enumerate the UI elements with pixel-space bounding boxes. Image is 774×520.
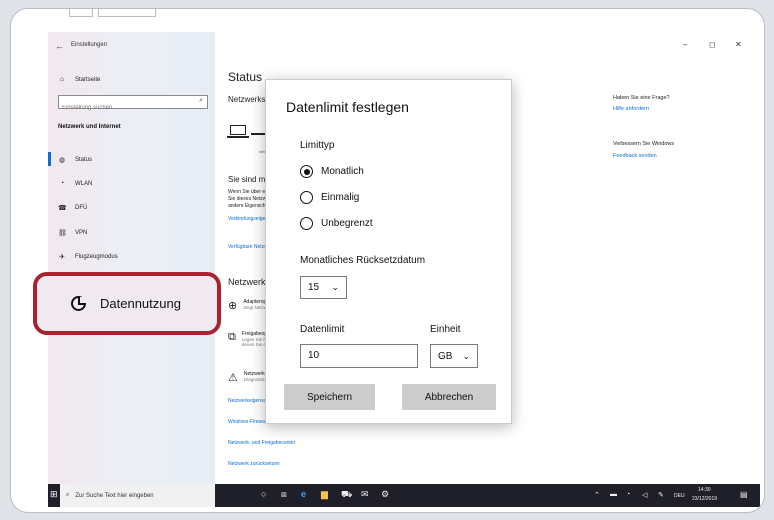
- radio-monthly[interactable]: Monatlich: [300, 165, 364, 178]
- vpn-icon: ⛓: [58, 230, 67, 237]
- reset-date-label: Monatliches Rücksetzdatum: [300, 255, 426, 266]
- close-button[interactable]: ✕: [735, 40, 742, 49]
- sidebar-item-label: VPN: [75, 230, 88, 236]
- reset-day-value: 15: [308, 282, 320, 293]
- windows-start-icon[interactable]: ⊞: [50, 489, 58, 500]
- sidebar-item-label: Datennutzung: [100, 296, 181, 311]
- link-network-reset[interactable]: Netzwerk zurücksetzen: [228, 461, 280, 467]
- frame-tab: [69, 9, 93, 17]
- radio-selected-dot: [303, 168, 310, 175]
- sharing-icon: ⧉: [228, 331, 236, 343]
- taskbar-search[interactable]: ⌕ Zur Suche Text hier eingeben: [60, 484, 215, 507]
- sidebar-item-status[interactable]: ◍ Status: [58, 156, 92, 164]
- radio-label: Monatlich: [321, 166, 364, 177]
- link-sharing-center[interactable]: Netzwerk- und Freigabecenter: [228, 440, 295, 446]
- sidebar-item-data-usage[interactable]: Datennutzung: [33, 272, 221, 335]
- help-question: Haben Sie eine Frage?: [613, 95, 670, 101]
- cancel-button[interactable]: Abbrechen: [402, 384, 496, 410]
- task-view-icon[interactable]: ⧈: [281, 489, 287, 500]
- radio-one-time[interactable]: Einmalig: [300, 191, 359, 204]
- notification-icon[interactable]: ▤: [740, 490, 748, 499]
- unit-label: Einheit: [430, 324, 461, 335]
- wifi-icon: ◔: [59, 180, 65, 187]
- home-icon: ⌂: [59, 76, 65, 83]
- dialup-icon: ☎: [58, 205, 67, 212]
- link-windows-firewall[interactable]: Windows-Firewall: [228, 419, 267, 425]
- settings-gear-icon[interactable]: ⚙: [381, 489, 389, 500]
- mail-icon[interactable]: ✉: [361, 489, 369, 500]
- sidebar-item-label: WLAN: [75, 180, 93, 187]
- chevron-down-icon: ⌄: [331, 282, 339, 292]
- radio-label: Unbegrenzt: [321, 218, 373, 229]
- app-title: Einstellungen: [71, 42, 108, 48]
- search-icon: ⌕: [199, 97, 203, 104]
- pen-icon[interactable]: ✎: [658, 491, 664, 499]
- save-button[interactable]: Speichern: [284, 384, 375, 410]
- sidebar-item-airplane-mode[interactable]: ✈ Flugzeugmodus: [58, 253, 118, 261]
- battery-icon[interactable]: ▬: [610, 491, 617, 498]
- radio-circle[interactable]: [300, 217, 313, 230]
- back-arrow-icon[interactable]: ←: [55, 41, 64, 51]
- file-explorer-icon[interactable]: ▆: [321, 489, 328, 500]
- frame-tab: [98, 9, 156, 17]
- sidebar-item-wlan[interactable]: ◔ WLAN: [58, 180, 92, 187]
- taskbar-search-placeholder: Zur Suche Text hier eingeben: [75, 492, 154, 499]
- network-tray-icon[interactable]: ◔: [626, 491, 630, 498]
- sidebar-item-home[interactable]: ⌂ Startseite: [58, 76, 100, 83]
- volume-icon[interactable]: ◁: [642, 491, 647, 499]
- clock-time[interactable]: 14:30: [698, 487, 711, 493]
- warning-icon: ⚠: [228, 372, 238, 384]
- sidebar-item-vpn[interactable]: ⛓ VPN: [58, 229, 87, 237]
- radio-unlimited[interactable]: Unbegrenzt: [300, 217, 373, 230]
- improve-heading: Verbessern Sie Windows: [613, 141, 675, 147]
- screenshot-frame: ← Einstellungen ⌂ Startseite ⌕ Netzwerk …: [10, 8, 765, 513]
- settings-search-box[interactable]: ⌕: [58, 95, 208, 114]
- chevron-down-icon: ⌄: [462, 350, 470, 361]
- taskbar: ⊞ ⌕ Zur Suche Text hier eingeben ○ ⧈ e ▆…: [48, 484, 760, 507]
- unit-value: GB: [438, 350, 453, 362]
- cortana-icon[interactable]: ○: [261, 489, 266, 499]
- page-title: Status: [228, 70, 263, 84]
- dialog-title: Datenlimit festlegen: [286, 99, 409, 115]
- maximize-button[interactable]: ◻: [709, 40, 716, 49]
- active-indicator: [48, 152, 51, 166]
- minimize-button[interactable]: –: [683, 40, 687, 49]
- adapter-icon: ⊕: [228, 300, 238, 312]
- unit-dropdown[interactable]: GB ⌄: [430, 344, 478, 368]
- search-icon: ⌕: [66, 492, 70, 498]
- data-limit-input[interactable]: 10: [300, 344, 418, 368]
- language-indicator[interactable]: DEU: [674, 493, 685, 499]
- sidebar-item-label: Flugzeugmodus: [75, 254, 118, 260]
- edge-icon[interactable]: e: [301, 489, 306, 499]
- data-usage-icon: [71, 296, 86, 311]
- laptop-base: [227, 136, 249, 138]
- sidebar-item-label: Startseite: [75, 76, 101, 83]
- radio-label: Einmalig: [321, 192, 360, 203]
- store-icon[interactable]: ⛟: [341, 489, 352, 501]
- airplane-icon: ✈: [59, 254, 65, 261]
- limit-type-label: Limittyp: [300, 140, 335, 151]
- feedback-link[interactable]: Feedback senden: [613, 153, 657, 159]
- chevron-up-icon[interactable]: ⌃: [594, 491, 600, 499]
- clock-date[interactable]: 23/12/2019: [692, 496, 717, 502]
- settings-search-input[interactable]: [59, 102, 189, 114]
- reset-day-dropdown[interactable]: 15 ⌄: [300, 276, 347, 299]
- radio-circle[interactable]: [300, 165, 313, 178]
- radio-circle[interactable]: [300, 191, 313, 204]
- globe-icon: ◍: [58, 157, 66, 164]
- sidebar-section-title: Netzwerk und Internet: [58, 124, 121, 130]
- data-limit-dialog: Datenlimit festlegen Limittyp Monatlich …: [265, 79, 512, 424]
- laptop-icon: [230, 125, 246, 135]
- sidebar-item-label: Status: [75, 157, 93, 163]
- sidebar-item-label: DFÜ: [75, 205, 88, 211]
- sidebar: ← Einstellungen ⌂ Startseite ⌕ Netzwerk …: [48, 32, 215, 484]
- sidebar-item-dfue[interactable]: ☎ DFÜ: [58, 204, 87, 212]
- data-limit-label: Datenlimit: [300, 324, 345, 335]
- help-link[interactable]: Hilfe anfordern: [613, 106, 649, 112]
